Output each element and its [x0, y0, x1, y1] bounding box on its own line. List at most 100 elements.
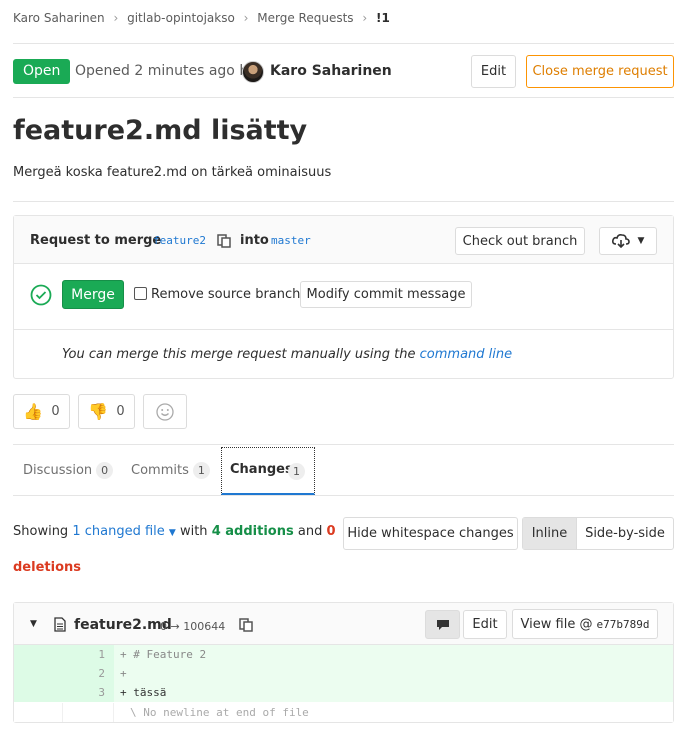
- source-branch[interactable]: feature2: [153, 234, 206, 247]
- description: Mergeä koska feature2.md on tärkeä omina…: [13, 165, 332, 180]
- additions-count: 4 additions: [211, 524, 294, 539]
- thumbs-down-count: 0: [116, 404, 125, 419]
- chevron-down-icon: ▼: [637, 236, 645, 246]
- page-title: feature2.md lisätty: [13, 115, 308, 146]
- breadcrumb-item-current[interactable]: !1: [376, 11, 390, 25]
- tab-changes[interactable]: Changes 1: [221, 447, 315, 495]
- into-text: into: [240, 233, 269, 248]
- copy-file-path-icon[interactable]: [239, 618, 253, 632]
- thumbs-up-count: 0: [51, 404, 60, 419]
- cloud-download-icon: [611, 234, 630, 248]
- author-name[interactable]: Karo Saharinen: [270, 63, 392, 79]
- and-text: and: [297, 524, 323, 539]
- deletions-count: 0: [326, 524, 336, 539]
- add-reaction-button[interactable]: [143, 394, 187, 429]
- tab-commits-label: Commits: [131, 463, 189, 478]
- target-branch[interactable]: master: [271, 234, 311, 247]
- close-merge-request-button[interactable]: Close merge request: [526, 55, 674, 88]
- breadcrumb-separator-icon: ›: [113, 11, 119, 25]
- tab-discussion-label: Discussion: [23, 463, 93, 478]
- avatar[interactable]: [242, 61, 264, 83]
- changed-files-label: 1 changed file: [72, 524, 165, 539]
- download-dropdown-button[interactable]: ▼: [599, 227, 657, 255]
- remove-source-branch-label[interactable]: Remove source branch: [151, 287, 300, 302]
- thumbs-up-award-button[interactable]: 👍 0: [13, 394, 70, 429]
- merge-widget-body-divider: [14, 329, 673, 330]
- diff-line-no-newline: \ No newline at end of file: [14, 703, 673, 722]
- collapse-file-icon[interactable]: ▼: [30, 619, 37, 629]
- time-ago[interactable]: 2 minutes ago: [134, 63, 235, 79]
- divider: [13, 43, 674, 44]
- old-line-number: [14, 703, 63, 722]
- check-out-branch-button[interactable]: Check out branch: [455, 227, 585, 255]
- file-name[interactable]: feature2.md: [74, 617, 172, 633]
- deletions-word: deletions: [13, 560, 81, 575]
- diff-line-text: + # Feature 2: [120, 648, 207, 661]
- old-line-number[interactable]: [14, 683, 63, 702]
- commit-sha: e77b789d: [596, 617, 650, 631]
- no-newline-text: \ No newline at end of file: [130, 706, 309, 719]
- request-to-merge-text: Request to merge: [30, 233, 161, 248]
- thumbs-up-icon: 👍: [23, 402, 44, 421]
- merge-button[interactable]: Merge: [62, 280, 124, 309]
- toggle-comments-button[interactable]: [425, 610, 460, 639]
- inline-view-button[interactable]: Inline: [523, 518, 577, 549]
- diff-line-added: 3 + tässä: [14, 683, 673, 702]
- breadcrumb: Karo Saharinen › gitlab-opintojakso › Me…: [13, 11, 390, 25]
- tab-discussion-count: 0: [96, 462, 114, 479]
- new-line-number[interactable]: 3: [63, 683, 114, 702]
- new-line-number[interactable]: 1: [63, 645, 114, 664]
- request-label: Request to merge: [30, 233, 162, 248]
- new-line-number[interactable]: 2: [63, 664, 114, 683]
- command-line-link[interactable]: command line: [420, 347, 512, 362]
- diff-line-text: +: [120, 667, 127, 680]
- comment-icon: [436, 619, 449, 630]
- new-line-number: [63, 703, 114, 722]
- tab-changes-count: 1: [288, 463, 305, 480]
- breadcrumb-item-project[interactable]: gitlab-opintojakso: [127, 11, 235, 25]
- ready-check-icon: [30, 284, 52, 306]
- view-mode-group: Inline Side-by-side: [522, 517, 674, 550]
- tab-changes-label: Changes: [230, 462, 293, 477]
- opened-info: Opened 2 minutes ago by: [75, 63, 257, 79]
- tab-commits-count: 1: [192, 462, 210, 479]
- caret-down-icon: ▼: [168, 528, 176, 538]
- diff-line-text: + tässä: [120, 686, 167, 699]
- breadcrumb-separator-icon: ›: [243, 11, 249, 25]
- divider: [13, 495, 674, 496]
- showing-text: Showing: [13, 524, 69, 539]
- changed-files-dropdown[interactable]: 1 changed file ▼: [72, 524, 176, 539]
- diff-line-added: 1 + # Feature 2: [14, 645, 673, 664]
- diff-line-added: 2 +: [14, 664, 673, 683]
- thumbs-down-icon: 👎: [88, 402, 109, 421]
- hide-whitespace-button[interactable]: Hide whitespace changes: [343, 517, 518, 550]
- diff-summary: Showing 1 changed file ▼ with 4 addition…: [13, 524, 336, 539]
- divider: [13, 201, 674, 202]
- view-file-button[interactable]: View file @ e77b789d: [512, 609, 658, 639]
- tab-discussion[interactable]: Discussion 0: [23, 462, 114, 479]
- modify-commit-message-button[interactable]: Modify commit message: [300, 281, 472, 308]
- divider: [13, 444, 674, 445]
- old-line-number[interactable]: [14, 645, 63, 664]
- breadcrumb-item-user[interactable]: Karo Saharinen: [13, 11, 105, 25]
- breadcrumb-item-merge-requests[interactable]: Merge Requests: [257, 11, 353, 25]
- file-icon: [54, 617, 66, 632]
- thumbs-down-award-button[interactable]: 👎 0: [78, 394, 135, 429]
- opened-text: Opened: [75, 63, 130, 79]
- edit-file-button[interactable]: Edit: [463, 610, 507, 639]
- old-line-number[interactable]: [14, 664, 63, 683]
- view-file-label: View file @: [520, 616, 593, 632]
- file-mode: 0 → 100644: [160, 620, 226, 633]
- edit-button[interactable]: Edit: [471, 55, 516, 88]
- tab-commits[interactable]: Commits 1: [131, 462, 210, 479]
- with-text: with: [179, 524, 208, 539]
- remove-source-branch-checkbox[interactable]: [134, 287, 147, 300]
- manual-merge-info: You can merge this merge request manuall…: [62, 347, 512, 362]
- copy-branch-icon[interactable]: [217, 234, 231, 248]
- smiley-icon: [156, 402, 174, 421]
- divider: [13, 97, 674, 98]
- manual-merge-text: You can merge this merge request manuall…: [62, 347, 416, 362]
- side-by-side-view-button[interactable]: Side-by-side: [577, 518, 673, 549]
- status-badge: Open: [13, 59, 71, 84]
- breadcrumb-separator-icon: ›: [362, 11, 368, 25]
